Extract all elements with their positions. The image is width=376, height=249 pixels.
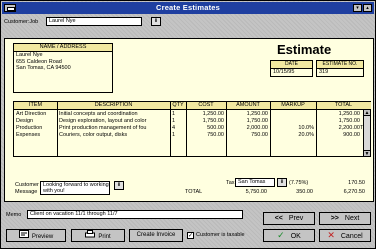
column-header-amount: AMOUNT: [226, 102, 270, 110]
preview-button[interactable]: Preview: [6, 229, 66, 242]
row-amount[interactable]: 1,750.00: [226, 118, 268, 125]
customer-message-field[interactable]: Looking forward to working with you!: [40, 181, 110, 195]
row-description[interactable]: Design exploration, layout and color: [59, 118, 169, 125]
row-item[interactable]: Design: [16, 118, 56, 125]
create-invoice-button[interactable]: Create Invoice: [129, 229, 183, 242]
customer-job-dropdown-icon[interactable]: ⬇: [151, 17, 161, 26]
row-item[interactable]: Expenses: [16, 132, 56, 139]
ok-button[interactable]: ✓ OK: [263, 229, 315, 242]
customer-taxable-checkbox[interactable]: ✓: [187, 232, 194, 239]
tax-field[interactable]: San Tomas: [235, 178, 275, 187]
total-amount: 5,750.00: [245, 189, 267, 195]
table-scrollbar[interactable]: ▲ ▼: [363, 110, 370, 157]
column-header-cost: COST: [186, 102, 226, 110]
prev-icon: <<: [274, 215, 283, 222]
create-estimates-window: Create Estimates ▾ ▴ Customer:Job Laurel…: [0, 0, 376, 249]
customer-taxable-label: Customer is taxable: [196, 232, 245, 238]
row-description[interactable]: Print production management of fou: [59, 125, 169, 132]
row-description[interactable]: Initial concepts and coordination: [59, 111, 169, 118]
memo-field[interactable]: Client on vacation 11/1 through 11/7: [27, 210, 243, 219]
address-line[interactable]: San Tomas, CA 94500: [14, 65, 112, 72]
estimate-no-header: ESTIMATE NO.: [317, 61, 363, 69]
tax-dropdown-icon[interactable]: ⬇: [277, 178, 287, 187]
print-button[interactable]: Print: [71, 229, 125, 242]
check-icon: ✓: [277, 230, 285, 240]
date-box: DATE 10/15/95: [270, 60, 313, 77]
row-total[interactable]: 900.00: [316, 132, 360, 139]
name-address-box: NAME / ADDRESS Laurel Nye 655 Caldeon Ro…: [13, 43, 113, 93]
column-divider: [57, 102, 58, 156]
printer-icon: [85, 230, 96, 243]
next-icon: >>: [330, 215, 339, 222]
row-item[interactable]: Production: [16, 125, 56, 132]
estimate-no-box: ESTIMATE NO. 319: [316, 60, 364, 77]
row-qty[interactable]: 4: [172, 125, 185, 132]
form-title: Estimate: [277, 42, 332, 57]
row-markup[interactable]: 10.0%: [270, 125, 314, 132]
customer-job-label: Customer:Job: [4, 19, 39, 25]
row-qty[interactable]: 1: [172, 111, 185, 118]
row-total[interactable]: 2,200.00: [316, 125, 360, 132]
row-qty[interactable]: 1: [172, 132, 185, 139]
row-cost[interactable]: 1,750.00: [186, 118, 224, 125]
row-amount[interactable]: 1,250.00: [226, 111, 268, 118]
row-description[interactable]: Couriers, color output, disks: [59, 132, 169, 139]
row-amount[interactable]: 2,000.00: [226, 125, 268, 132]
tax-label: Tax: [226, 180, 235, 186]
scroll-down-icon[interactable]: ▼: [364, 150, 370, 157]
line-items-table: ITEM DESCRIPTION QTY COST AMOUNT MARKUP …: [13, 101, 371, 157]
column-header-description: DESCRIPTION: [57, 102, 170, 110]
cancel-icon: ✕: [327, 230, 335, 240]
estimate-form: NAME / ADDRESS Laurel Nye 655 Caldeon Ro…: [4, 38, 374, 202]
next-label: Next: [344, 215, 360, 222]
cancel-button[interactable]: ✕ Cancel: [319, 229, 371, 242]
column-header-markup: MARKUP: [270, 102, 316, 110]
row-total[interactable]: 1,750.00: [316, 118, 360, 125]
row-item[interactable]: Art Direction: [16, 111, 56, 118]
cancel-label: Cancel: [340, 233, 363, 240]
next-button[interactable]: >> Next: [319, 212, 371, 225]
window-title: Create Estimates: [155, 3, 221, 12]
preview-label: Preview: [31, 234, 54, 241]
prev-label: Prev: [288, 215, 304, 222]
row-total[interactable]: 1,250.00: [316, 111, 360, 118]
date-field[interactable]: 10/15/95: [271, 69, 312, 76]
print-label: Print: [98, 234, 111, 241]
memo-label: Memo: [6, 212, 22, 218]
customer-message-label: Customer: [15, 182, 39, 188]
row-cost[interactable]: 1,250.00: [186, 111, 224, 118]
row-cost[interactable]: 750.00: [186, 132, 224, 139]
customer-job-field[interactable]: Laurel Nye: [46, 17, 142, 26]
tax-amount: 170.50: [348, 180, 365, 186]
total-label: TOTAL: [185, 189, 203, 195]
estimate-no-field[interactable]: 319: [317, 69, 363, 76]
row-qty[interactable]: 1: [172, 118, 185, 125]
column-header-total: TOTAL: [316, 102, 371, 110]
grand-total: 6,270.50: [343, 189, 365, 195]
total-markup: 350.00: [296, 189, 313, 195]
prev-button[interactable]: << Prev: [263, 212, 315, 225]
name-address-header: NAME / ADDRESS: [14, 44, 112, 52]
row-cost[interactable]: 500.00: [186, 125, 224, 132]
ok-label: OK: [290, 233, 301, 240]
customer-message-dropdown-icon[interactable]: ⬇: [114, 181, 124, 190]
customer-message-label-2: Message: [15, 189, 38, 195]
column-divider: [170, 102, 171, 156]
title-bar: Create Estimates ▾ ▴: [2, 2, 374, 14]
column-header-item: ITEM: [14, 102, 57, 110]
minimize-button[interactable]: ▾: [353, 4, 362, 12]
scroll-up-icon[interactable]: ▲: [364, 110, 370, 116]
maximize-button[interactable]: ▴: [363, 4, 372, 12]
column-header-qty: QTY: [170, 102, 186, 110]
preview-icon: [18, 230, 29, 243]
date-header: DATE: [271, 61, 312, 69]
tax-rate: (7.75%): [289, 180, 309, 186]
row-markup[interactable]: 20.0%: [270, 132, 314, 139]
row-amount[interactable]: 750.00: [226, 132, 268, 139]
